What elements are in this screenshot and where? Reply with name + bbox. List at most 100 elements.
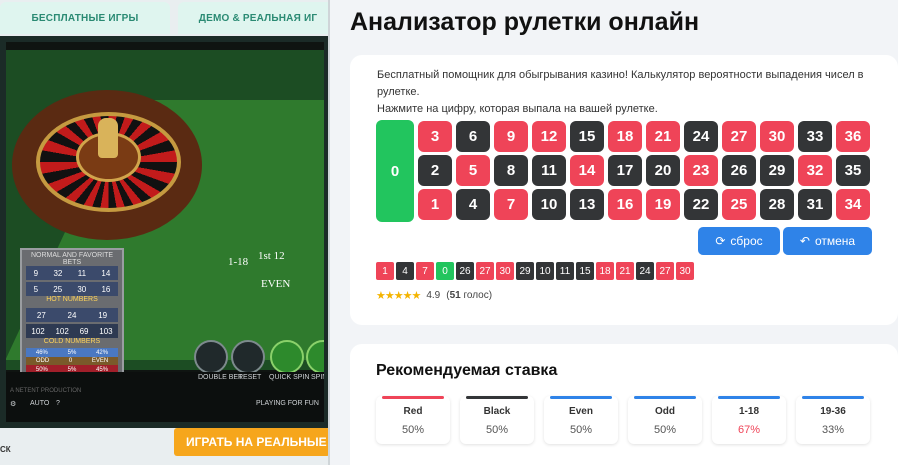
stats-header: NORMAL AND FAVORITE BETS — [30, 252, 114, 266]
settings-icon[interactable]: ⚙ — [10, 400, 16, 408]
number-button-12[interactable]: 12 — [532, 121, 566, 152]
number-button-31[interactable]: 31 — [798, 189, 832, 220]
reset-game-button[interactable] — [231, 340, 265, 374]
help-icon[interactable]: ? — [56, 400, 60, 407]
number-button-13[interactable]: 13 — [570, 189, 604, 220]
number-button-15[interactable]: 15 — [570, 121, 604, 152]
number-button-32[interactable]: 32 — [798, 155, 832, 186]
table-label-1st12: 1st 12 — [258, 250, 285, 262]
bet-name: Odd — [655, 406, 675, 417]
page-title: Анализатор рулетки онлайн — [350, 8, 700, 36]
number-button-10[interactable]: 10 — [532, 189, 566, 220]
bet-probability: 50% — [401, 424, 425, 436]
history-chip: 30 — [496, 262, 514, 280]
bet-color-bar — [466, 396, 528, 399]
number-button-25[interactable]: 25 — [722, 189, 756, 220]
bet-probability: 50% — [485, 424, 509, 436]
stats-odd-even: ODD 0 EVEN — [26, 357, 118, 365]
history-chip: 4 — [396, 262, 414, 280]
refresh-icon: ⟳ — [715, 234, 726, 248]
number-button-3[interactable]: 3 — [418, 121, 452, 152]
undo-button[interactable]: ↶ отмена — [783, 227, 872, 255]
quick-spin-button[interactable] — [270, 340, 304, 374]
tab-free-games[interactable]: БЕСПЛАТНЫЕ ИГРЫ — [0, 2, 170, 34]
undo-icon: ↶ — [799, 234, 810, 248]
number-button-19[interactable]: 19 — [646, 189, 680, 220]
number-button-14[interactable]: 14 — [570, 155, 604, 186]
analyzer-description: Бесплатный помощник для обыгрывания кази… — [377, 69, 864, 98]
number-button-34[interactable]: 34 — [836, 189, 870, 220]
credit-text: A NETENT PRODUCTION — [10, 388, 82, 394]
bet-probability: 67% — [737, 424, 761, 436]
bet-card-black: Black 50% — [460, 396, 534, 444]
number-button-28[interactable]: 28 — [760, 189, 794, 220]
number-button-33[interactable]: 33 — [798, 121, 832, 152]
number-button-6[interactable]: 6 — [456, 121, 490, 152]
history-chip: 10 — [536, 262, 554, 280]
number-button-1[interactable]: 1 — [418, 189, 452, 220]
number-button-17[interactable]: 17 — [608, 155, 642, 186]
history-chip: 26 — [456, 262, 474, 280]
play-real-money-button[interactable]: ИГРАТЬ НА РЕАЛЬНЫЕ Д — [174, 428, 330, 456]
bet-card-1-18: 1-18 67% — [712, 396, 786, 444]
number-button-16[interactable]: 16 — [608, 189, 642, 220]
spin-label: SPIN — [311, 374, 328, 381]
stats-row-2: 5 25 30 16 — [26, 282, 118, 296]
spin-button[interactable] — [306, 340, 324, 374]
number-button-22[interactable]: 22 — [684, 189, 718, 220]
number-button-23[interactable]: 23 — [684, 155, 718, 186]
reset-label: RESET — [238, 374, 262, 381]
number-button-24[interactable]: 24 — [684, 121, 718, 152]
analyzer-card: Бесплатный помощник для обыгрывания кази… — [350, 55, 898, 325]
bet-card-19-36: 19-36 33% — [796, 396, 870, 444]
number-button-27[interactable]: 27 — [722, 121, 756, 152]
number-button-36[interactable]: 36 — [836, 121, 870, 152]
number-button-4[interactable]: 4 — [456, 189, 490, 220]
number-button-21[interactable]: 21 — [646, 121, 680, 152]
playing-for-fun-text: PLAYING FOR FUN — [256, 400, 319, 407]
number-button-20[interactable]: 20 — [646, 155, 680, 186]
number-button-26[interactable]: 26 — [722, 155, 756, 186]
rating-votes: (51 голос) — [446, 290, 493, 301]
bet-probability: 50% — [569, 424, 593, 436]
history-chip: 21 — [616, 262, 634, 280]
number-button-9[interactable]: 9 — [494, 121, 528, 152]
rating-stars-icon[interactable]: ★★★★★ — [376, 289, 421, 302]
number-button-2[interactable]: 2 — [418, 155, 452, 186]
number-button-11[interactable]: 11 — [532, 155, 566, 186]
number-button-0[interactable]: 0 — [376, 120, 414, 222]
bet-name: Even — [569, 406, 593, 417]
quick-spin-label: QUICK SPIN — [269, 374, 310, 381]
history-chip: 0 — [436, 262, 454, 280]
number-button-5[interactable]: 5 — [456, 155, 490, 186]
number-button-8[interactable]: 8 — [494, 155, 528, 186]
history-chip: 11 — [556, 262, 574, 280]
history-chip: 1 — [376, 262, 394, 280]
double-bet-button[interactable] — [194, 340, 228, 374]
number-button-18[interactable]: 18 — [608, 121, 642, 152]
bet-name: 1-18 — [738, 406, 759, 417]
number-button-30[interactable]: 30 — [760, 121, 794, 152]
analyzer-instruction: Нажмите на цифру, которая выпала на ваше… — [377, 103, 658, 115]
reset-label: сброс — [730, 234, 763, 248]
undo-label: отмена — [814, 234, 856, 248]
number-button-29[interactable]: 29 — [760, 155, 794, 186]
history-chip: 18 — [596, 262, 614, 280]
roulette-game-frame[interactable]: 1-18 EVEN 1st 12 NORMAL AND FAVORITE BET… — [0, 36, 330, 428]
bet-probability: 33% — [821, 424, 845, 436]
game-scene: 1-18 EVEN 1st 12 NORMAL AND FAVORITE BET… — [6, 50, 324, 376]
stats-pct-1: 46% 5% 42% — [26, 348, 118, 357]
rating: ★★★★★ 4.9 (51 голос) — [376, 289, 492, 302]
number-button-7[interactable]: 7 — [494, 189, 528, 220]
number-button-35[interactable]: 35 — [836, 155, 870, 186]
table-label-even: EVEN — [261, 278, 291, 290]
number-board: 0 3 6 9 12 15 18 21 24 27 30 33 36 2 5 8 11 14 17 20 23 26 29… — [376, 120, 872, 222]
auto-label[interactable]: AUTO — [30, 400, 49, 407]
reset-button[interactable]: ⟳ сброс — [698, 227, 780, 255]
bet-card-red: Red 50% — [376, 396, 450, 444]
analyzer-panel: Анализатор рулетки онлайн Бесплатный пом… — [330, 0, 898, 465]
rating-score: 4.9 — [426, 290, 441, 301]
bet-color-bar — [550, 396, 612, 399]
recommended-title: Рекомендуемая ставка — [376, 362, 558, 379]
tab-demo-real[interactable]: ДЕМО & РЕАЛЬНАЯ ИГ — [178, 2, 330, 34]
